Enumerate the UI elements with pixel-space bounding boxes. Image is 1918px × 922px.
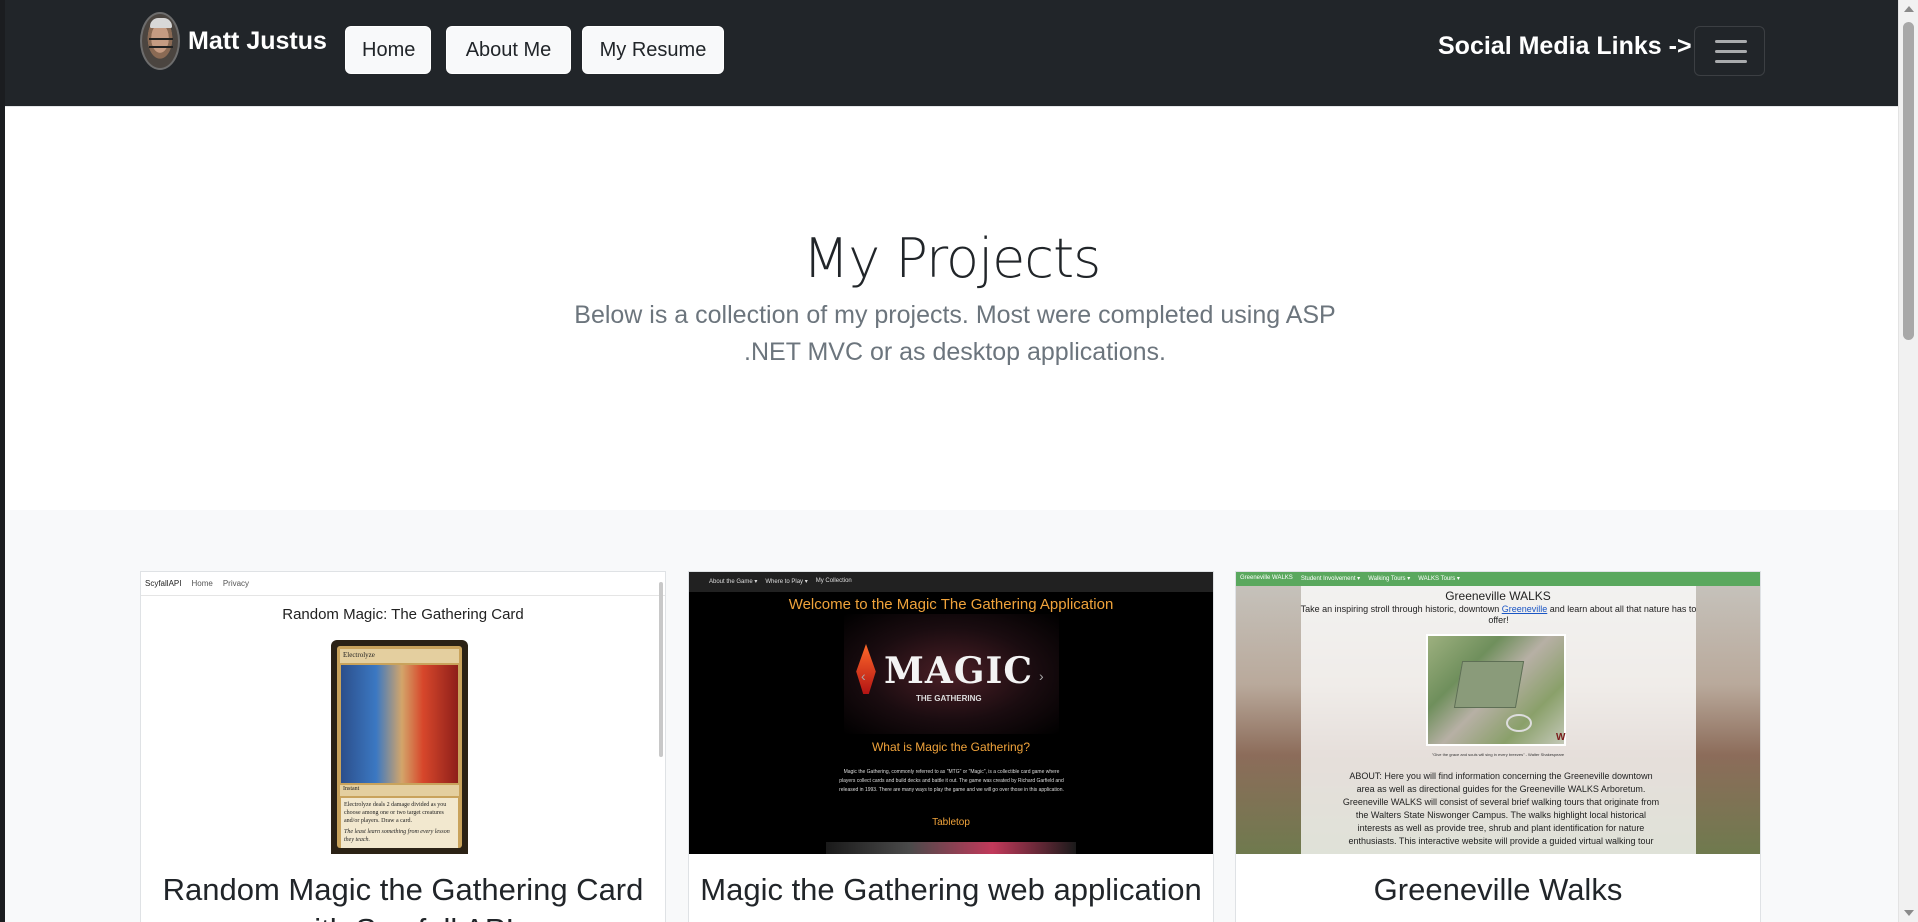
project-card-scryfall[interactable]: ScyfallAPI Home Privacy Random Magic: Th… <box>140 571 666 922</box>
hamburger-line <box>1715 40 1747 43</box>
magic-logo: MAGIC <box>884 650 1034 692</box>
avatar <box>140 12 180 70</box>
thumbnail-nav-link: My Collection <box>815 578 852 584</box>
thumbnail-nav-link: Home <box>191 579 213 588</box>
greeneville-link: Greeneville <box>1501 604 1548 614</box>
thumbnail-about-text: ABOUT: Here you will find information co… <box>1342 771 1660 846</box>
project-title[interactable]: Random Magic the Gathering Card with Scr… <box>151 870 655 922</box>
page-title: My Projects <box>802 227 1102 290</box>
thumbnail-nav-link: About the Game ▾ <box>709 579 758 585</box>
page-scrollbar[interactable] <box>1898 0 1918 922</box>
thumbnail-heading: Random Magic: The Gathering Card <box>282 606 524 623</box>
card-art <box>341 665 458 783</box>
magic-logo-subtitle: THE GATHERING <box>916 694 982 703</box>
page: Matt Justus Home About Me My Resume Soci… <box>0 0 1898 922</box>
thumbnail-heading: Greeneville WALKS <box>1445 589 1551 603</box>
project-title[interactable]: Greeneville Walks <box>1246 870 1750 910</box>
thumbnail-navbar: About the Game ▾ Where to Play ▾ My Coll… <box>689 572 1213 592</box>
thumbnail-nav-link: Where to Play ▾ <box>765 579 808 585</box>
thumbnail-quote: "Give the grace and souls will sing in e… <box>1431 752 1565 757</box>
scroll-up-icon[interactable] <box>1904 6 1914 12</box>
top-navbar: Matt Justus Home About Me My Resume Soci… <box>5 0 1898 106</box>
about-me-button[interactable]: About Me <box>446 26 571 74</box>
hamburger-line <box>1715 60 1747 63</box>
walks-logo-icon: W <box>1556 732 1566 743</box>
thumbnail-brand: ScyfallAPI <box>145 579 182 588</box>
thumbnail-navbar: Greeneville WALKS Student Involvement ▾ … <box>1236 572 1760 586</box>
card-name: Electrolyze <box>340 649 459 663</box>
thumbnail-nav-link: Walking Tours ▾ <box>1368 576 1411 582</box>
project-thumbnail[interactable]: About the Game ▾ Where to Play ▾ My Coll… <box>689 572 1213 854</box>
thumbnail-navbar: ScyfallAPI Home Privacy <box>141 572 665 596</box>
brand[interactable]: Matt Justus <box>140 12 327 70</box>
thumbnail-nav-link: Student Involvement ▾ <box>1300 576 1361 582</box>
scroll-down-icon[interactable] <box>1904 910 1914 916</box>
projects-section: ScyfallAPI Home Privacy Random Magic: Th… <box>5 510 1898 922</box>
magic-logo-banner: MAGIC THE GATHERING <box>844 614 1059 734</box>
project-thumbnail[interactable]: ScyfallAPI Home Privacy Random Magic: Th… <box>141 572 665 854</box>
thumbnail-heading: Welcome to the Magic The Gathering Appli… <box>788 596 1114 613</box>
hamburger-line <box>1715 50 1747 53</box>
thumbnail-description: Magic the Gathering, commonly referred t… <box>839 769 1064 793</box>
thumbnail-intro: Take an inspiring stroll through histori… <box>1296 604 1701 626</box>
page-subtitle: Below is a collection of my projects. Mo… <box>574 301 1336 366</box>
thumbnail-section-heading: What is Magic the Gathering? <box>871 740 1031 754</box>
magic-card-image: Electrolyze Instant Electrolyze deals 2 … <box>331 640 468 854</box>
planeswalker-icon <box>856 644 876 694</box>
card-type: Instant <box>340 785 459 796</box>
card-rules-text: Electrolyze deals 2 damage divided as yo… <box>341 798 458 848</box>
thumbnail-scrollbar <box>659 582 663 757</box>
project-card-greeneville-walks[interactable]: Greeneville WALKS Student Involvement ▾ … <box>1235 571 1761 922</box>
card-flavor-text: The least learn something from every les… <box>344 829 450 843</box>
thumbnail-nav-link: Greeneville WALKS <box>1240 575 1293 581</box>
carousel-next-icon: › <box>1039 668 1044 684</box>
project-thumbnail[interactable]: Greeneville WALKS Student Involvement ▾ … <box>1236 572 1760 854</box>
thumbnail-nav-link: WALKS Tours ▾ <box>1418 576 1460 582</box>
hero-section: My Projects Below is a collection of my … <box>5 106 1898 510</box>
hamburger-menu-icon[interactable] <box>1694 26 1765 76</box>
home-button[interactable]: Home <box>345 26 431 74</box>
project-card-mtg-web-app[interactable]: About the Game ▾ Where to Play ▾ My Coll… <box>688 571 1214 922</box>
thumbnail-intro-text: Take an inspiring stroll through histori… <box>1300 604 1502 614</box>
thumbnail-image-strip <box>826 842 1076 854</box>
thumbnail-section-label: Tabletop <box>932 817 970 828</box>
thumbnail-nav-link: Privacy <box>222 579 250 588</box>
carousel-prev-icon: ‹ <box>861 668 866 684</box>
card-text: Electrolyze deals 2 damage divided as yo… <box>344 802 447 824</box>
brand-name[interactable]: Matt Justus <box>188 27 327 56</box>
project-title[interactable]: Magic the Gathering web application <box>699 870 1203 910</box>
social-media-links-label: Social Media Links -> <box>1438 32 1692 60</box>
campus-aerial-image <box>1426 634 1566 746</box>
my-resume-button[interactable]: My Resume <box>582 26 724 74</box>
scrollbar-thumb[interactable] <box>1903 22 1914 340</box>
